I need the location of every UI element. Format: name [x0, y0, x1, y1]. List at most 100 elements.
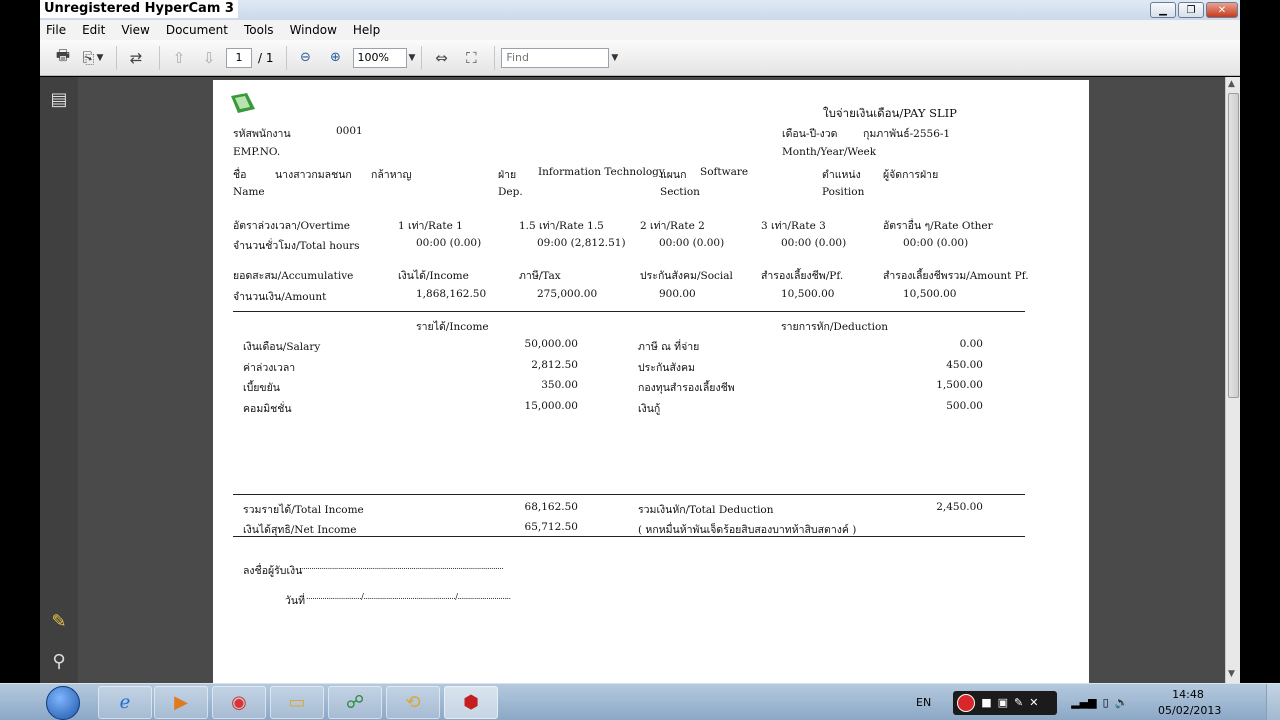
- print-icon[interactable]: 🖶: [50, 45, 76, 71]
- menu-help[interactable]: Help: [353, 23, 380, 37]
- previous-page-icon[interactable]: ⇧: [166, 45, 192, 71]
- find-input[interactable]: Find: [501, 47, 610, 68]
- volume-icon[interactable]: 🔈: [1115, 696, 1129, 709]
- chevron-down-icon[interactable]: ▼: [611, 53, 618, 63]
- zoom-in-icon[interactable]: ⊕: [323, 45, 349, 71]
- minimize-button[interactable]: ▁: [1150, 2, 1176, 18]
- adobe-reader-icon[interactable]: ⬢: [444, 686, 498, 719]
- section-value: Software: [700, 166, 749, 178]
- signature-label: ลงชื่อผู้รับเงิน: [243, 565, 303, 577]
- zoom-select[interactable]: 100%: [352, 47, 407, 68]
- emp-no-label-en: EMP.NO.: [233, 146, 281, 158]
- comments-icon[interactable]: ✎: [47, 609, 71, 633]
- pages-icon[interactable]: ▤: [47, 87, 71, 111]
- chrome-icon[interactable]: ◉: [212, 686, 266, 719]
- income-item-label: ค่าล่วงเวลา: [243, 362, 296, 374]
- dept-label-en: Dep.: [498, 186, 523, 198]
- record-icon[interactable]: [957, 693, 976, 712]
- menu-view[interactable]: View: [121, 23, 149, 37]
- deduction-item-amount: 450.00: [946, 359, 983, 371]
- chevron-down-icon[interactable]: ▼: [409, 53, 416, 63]
- restore-button[interactable]: ❐: [1178, 2, 1204, 18]
- attachment-icon[interactable]: ⚲: [47, 649, 71, 673]
- taskbar: ℯ ▶ ◉ ▭ ☍ ⟲ ⬢ EN ■ ▣ ✎ ✕ ▂▄▆ ▯ 🔈 14:48 0…: [0, 683, 1280, 720]
- folder-sync-icon[interactable]: ⟲: [386, 686, 440, 719]
- acc-header: ยอดสะสม/Accumulative: [233, 270, 354, 282]
- total-income-value: 68,162.50: [524, 501, 578, 513]
- media-player-icon[interactable]: ▶: [154, 686, 208, 719]
- menu-tools[interactable]: Tools: [244, 23, 274, 37]
- acc-value: จำนวนเงิน/Amount: [233, 291, 327, 303]
- deduction-header: รายการหัก/Deduction: [781, 321, 889, 333]
- menu-bar: File Edit View Document Tools Window Hel…: [40, 20, 1240, 40]
- income-item-amount: 15,000.00: [524, 400, 578, 412]
- stop-icon[interactable]: ■: [981, 696, 991, 709]
- network-icon[interactable]: ▂▄▆: [1071, 696, 1096, 709]
- toolbar-separator: [116, 45, 117, 70]
- close-icon[interactable]: ✕: [1029, 696, 1038, 709]
- vertical-scrollbar[interactable]: ▲ ▼: [1225, 77, 1240, 683]
- ot-header: 2 เท่า/Rate 2: [640, 220, 705, 232]
- toolbar: 🖶 ⎘ ▼ ⇄ ⇧ ⇩ 1 / 1 ⊖ ⊕ 100% ▼ ⇔ ⛶ Find ▼: [40, 40, 1240, 76]
- section-label: แผนก: [660, 169, 687, 181]
- close-button[interactable]: ✕: [1206, 2, 1238, 18]
- deduction-item-amount: 500.00: [946, 400, 983, 412]
- emp-no-value: 0001: [336, 125, 363, 137]
- ot-value: 00:00 (0.00): [416, 237, 482, 249]
- internet-explorer-icon[interactable]: ℯ: [98, 686, 152, 719]
- total-deduction-value: 2,450.00: [936, 501, 983, 513]
- create-pdf-icon[interactable]: ⎘ ▼: [80, 45, 106, 71]
- network-users-icon[interactable]: ☍: [328, 686, 382, 719]
- find-placeholder: Find: [506, 51, 529, 64]
- zoom-out-icon[interactable]: ⊖: [293, 45, 319, 71]
- window-controls: ▁ ❐ ✕: [1150, 2, 1238, 18]
- date-label: วันที่: [285, 595, 305, 607]
- camera-icon[interactable]: ▣: [998, 696, 1008, 709]
- fit-width-icon[interactable]: ⇔: [428, 45, 454, 71]
- ot-header: 3 เท่า/Rate 3: [761, 220, 826, 232]
- payslip-title: ใบจ่ายเงินเดือน/PAY SLIP: [823, 106, 957, 120]
- language-indicator[interactable]: EN: [916, 696, 931, 709]
- divider-line: [233, 311, 1025, 312]
- menu-window[interactable]: Window: [290, 23, 337, 37]
- menu-edit[interactable]: Edit: [82, 23, 105, 37]
- income-item-label: เงินเดือน/Salary: [243, 341, 321, 353]
- clock[interactable]: 14:48 05/02/2013: [1158, 687, 1222, 719]
- toolbar-separator: [494, 45, 496, 70]
- acc-header: เงินได้/Income: [398, 270, 469, 282]
- deduction-item-label: เงินกู้: [638, 403, 661, 415]
- share-icon[interactable]: ⇄: [123, 45, 149, 71]
- start-button[interactable]: [46, 686, 80, 720]
- deduction-item-label: ประกันสังคม: [638, 362, 695, 374]
- period-value: กุมภาพันธ์-2556-1: [863, 128, 951, 140]
- acc-header: ประกันสังคม/Social: [640, 270, 733, 282]
- income-item-label: คอมมิชชั่น: [243, 403, 292, 415]
- fit-page-icon[interactable]: ⛶: [458, 45, 484, 71]
- ot-value: 00:00 (0.00): [903, 237, 969, 249]
- income-header: รายได้/Income: [416, 321, 489, 333]
- page-number-input[interactable]: 1: [226, 47, 252, 68]
- recorder-controls[interactable]: ■ ▣ ✎ ✕: [953, 690, 1058, 715]
- dept-value: Information Technology: [538, 166, 665, 178]
- menu-document[interactable]: Document: [166, 23, 228, 37]
- net-income-value: 65,712.50: [524, 521, 578, 533]
- file-explorer-icon[interactable]: ▭: [270, 686, 324, 719]
- show-desktop-button[interactable]: [1266, 684, 1280, 720]
- deduction-item-amount: 1,500.00: [936, 379, 983, 391]
- scrollbar-thumb[interactable]: [1228, 93, 1239, 398]
- menu-file[interactable]: File: [46, 23, 66, 37]
- draw-icon[interactable]: ✎: [1014, 696, 1023, 709]
- scroll-up-icon[interactable]: ▲: [1228, 79, 1235, 89]
- position-value: ผู้จัดการฝ่าย: [883, 169, 939, 181]
- surname-value: กล้าหาญ: [371, 169, 412, 181]
- total-deduction-label: รวมเงินหัก/Total Deduction: [638, 504, 774, 516]
- next-page-icon[interactable]: ⇩: [196, 45, 222, 71]
- income-item-amount: 50,000.00: [524, 338, 578, 350]
- divider-line: [233, 536, 1025, 537]
- acc-header: สำรองเลี้ยงชีพ/Pf.: [761, 270, 844, 282]
- battery-icon[interactable]: ▯: [1103, 696, 1109, 709]
- income-item-amount: 350.00: [541, 379, 578, 391]
- total-income-label: รวมรายได้/Total Income: [243, 504, 364, 516]
- clock-date: 05/02/2013: [1158, 704, 1222, 717]
- scroll-down-icon[interactable]: ▼: [1228, 669, 1235, 679]
